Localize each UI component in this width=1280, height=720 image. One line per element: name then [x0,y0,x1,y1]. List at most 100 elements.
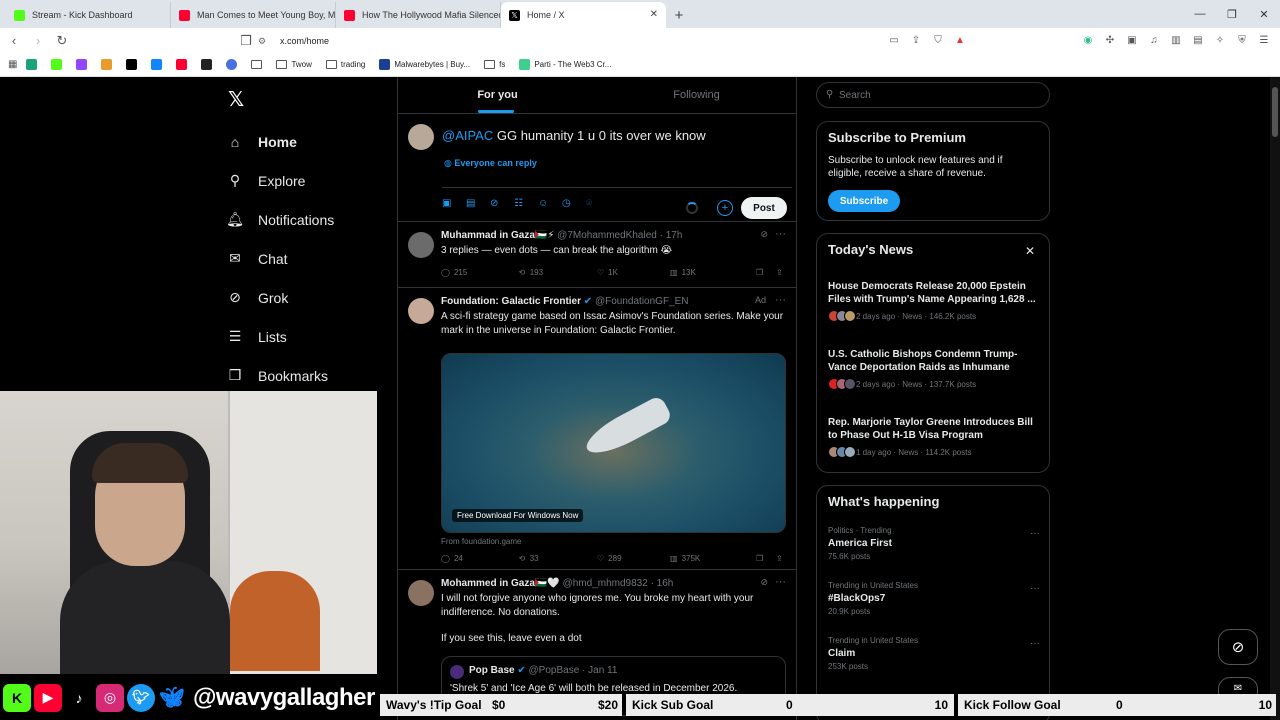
bookmark-folder[interactable]: trading [321,60,370,69]
ad-source[interactable]: From foundation.game [441,537,522,546]
poll-icon[interactable]: ☷ [514,198,538,209]
menu-icon[interactable]: ☰ [1256,32,1272,48]
scrollbar[interactable] [1270,77,1280,720]
browser-tab[interactable]: Stream - Kick Dashboard [6,2,171,28]
more-icon[interactable]: ··· [775,294,786,306]
compose-input[interactable]: @AIPAC GG humanity 1 u 0 its over we kno… [442,128,706,143]
news-item[interactable]: House Democrats Release 20,000 Epstein F… [828,280,1040,322]
grok-icon[interactable]: ⊘ [760,229,768,240]
vpn-icon[interactable]: ⛨ [1234,32,1250,48]
trend-item[interactable]: Trending in United States Claim 253K pos… [828,636,1040,671]
bookmark-item[interactable] [96,59,117,70]
author-name[interactable]: Foundation: Galactic Frontier [441,296,581,307]
reply-setting[interactable]: ◍ Everyone can reply [444,158,537,169]
avatar[interactable] [408,232,434,258]
add-post-icon[interactable]: + [717,200,733,216]
media-caption[interactable]: Free Download For Windows Now [452,509,584,522]
grok-icon[interactable]: ⊘ [760,577,768,588]
nav-chat[interactable]: ✉ Chat [226,239,334,278]
extension-icon[interactable]: ◉ [1080,32,1096,48]
forward-icon[interactable]: › [28,31,48,51]
bookmark-folder[interactable]: fs [479,60,510,69]
subscribe-button[interactable]: Subscribe [828,190,900,212]
author-name[interactable]: Muhammad in Gaza🇵🇸⚡ [441,230,554,241]
avatar[interactable] [408,124,434,150]
url-field[interactable]: ⚙ x.com/home [258,31,978,50]
views-button[interactable]: ▥ 375K [670,554,756,563]
bookmark-page-icon[interactable]: ❒ [236,31,256,51]
close-icon[interactable]: ✕ [1025,244,1035,258]
more-icon[interactable]: ··· [775,576,786,588]
bookmark-item[interactable]: Malwarebytes | Buy... [374,59,475,70]
location-icon[interactable]: ⌾ [586,198,610,209]
alert-icon[interactable]: ▲ [952,32,968,48]
schedule-icon[interactable]: ◷ [562,198,586,209]
close-tab-icon[interactable]: ✕ [650,9,658,20]
author-handle[interactable]: @7MohammedKhaled · 17h [557,230,682,241]
post-button[interactable]: Post [741,197,787,219]
share-icon[interactable]: ⇪ [908,32,924,48]
nav-notifications[interactable]: 🔔︎ Notifications [226,200,334,239]
reload-icon[interactable]: ↻ [52,31,72,51]
bookmark-folder[interactable]: Twow [271,60,316,69]
news-item[interactable]: Rep. Marjorie Taylor Greene Introduces B… [828,416,1040,458]
image-icon[interactable]: ▣ [442,198,466,209]
reply-button[interactable]: ◯ 215 [441,268,519,277]
share-icon[interactable]: ⇪ [776,554,786,563]
nav-lists[interactable]: ☰ Lists [226,317,334,356]
x-logo-icon[interactable]: 𝕏 [228,87,244,112]
avatar[interactable] [408,580,434,606]
browser-tab-active[interactable]: 𝕏 Home / X ✕ [501,2,666,28]
news-item[interactable]: U.S. Catholic Bishops Condemn Trump-Vanc… [828,348,1040,390]
browser-tab[interactable]: How The Hollywood Mafia Silenced [336,2,501,28]
author-handle[interactable]: @FoundationGF_EN [595,296,689,307]
tweet-media[interactable]: Free Download For Windows Now [441,353,786,533]
cast-icon[interactable]: ▭ [886,32,902,48]
gif-icon[interactable]: ▤ [466,198,490,209]
back-icon[interactable]: ‹ [4,31,24,51]
bookmark-item[interactable] [221,59,242,70]
apps-icon[interactable]: ▦ [8,59,17,70]
wallet-icon[interactable]: ▣ [1124,32,1140,48]
grok-icon[interactable]: ⊘ [490,198,514,209]
tweet-ad[interactable]: Foundation: Galactic Frontier ✔ @Foundat… [398,288,796,570]
leo-icon[interactable]: ✧ [1212,32,1228,48]
shield-icon[interactable]: ⛉ [930,32,946,48]
bookmark-item[interactable] [21,59,42,70]
bookmark-item[interactable] [246,60,267,69]
more-icon[interactable]: ··· [775,228,786,240]
nav-bookmarks[interactable]: ❒ Bookmarks [226,356,334,395]
bookmark-button[interactable]: ❒ [756,554,776,563]
like-button[interactable]: ♡ 1K [597,268,670,277]
tab-for-you[interactable]: For you [398,77,597,113]
minimize-icon[interactable]: — [1184,0,1216,28]
repost-button[interactable]: ⟲ 33 [519,554,597,563]
trend-item[interactable]: Trending in United States #BlackOps7 20.… [828,581,1040,616]
share-icon[interactable]: ⇪ [776,268,786,277]
bookmark-item[interactable] [71,59,92,70]
repost-button[interactable]: ⟲ 193 [519,268,597,277]
bookmark-item[interactable] [196,59,217,70]
tab-following[interactable]: Following [597,77,796,113]
bookmark-item[interactable]: Parti - The Web3 Cr... [514,59,616,70]
wallet-icon[interactable]: ▤ [1190,32,1206,48]
close-window-icon[interactable]: ✕ [1248,0,1280,28]
browser-tab[interactable]: Man Comes to Meet Young Boy, Me [171,2,336,28]
bookmark-button[interactable]: ❒ [756,268,776,277]
avatar[interactable] [408,298,434,324]
bookmark-item[interactable] [146,59,167,70]
new-tab-button[interactable]: + [666,2,692,28]
trend-item[interactable]: Politics · Trending America First 75.6K … [828,526,1040,561]
grok-button[interactable]: ⊘ [1218,629,1258,665]
scrollbar-thumb[interactable] [1272,87,1278,137]
nav-explore[interactable]: ⚲ Explore [226,161,334,200]
site-info-icon[interactable]: ⚙ [258,36,268,46]
bookmark-item[interactable] [46,59,67,70]
bookmark-item[interactable] [121,59,142,70]
restore-icon[interactable]: ❐ [1216,0,1248,28]
more-icon[interactable]: ··· [1030,528,1040,539]
tweet[interactable]: Muhammad in Gaza🇵🇸⚡ @7MohammedKhaled · 1… [398,222,796,288]
puzzle-icon[interactable]: ✣ [1102,32,1118,48]
like-button[interactable]: ♡ 289 [597,554,670,563]
nav-home[interactable]: ⌂ Home [226,122,334,161]
